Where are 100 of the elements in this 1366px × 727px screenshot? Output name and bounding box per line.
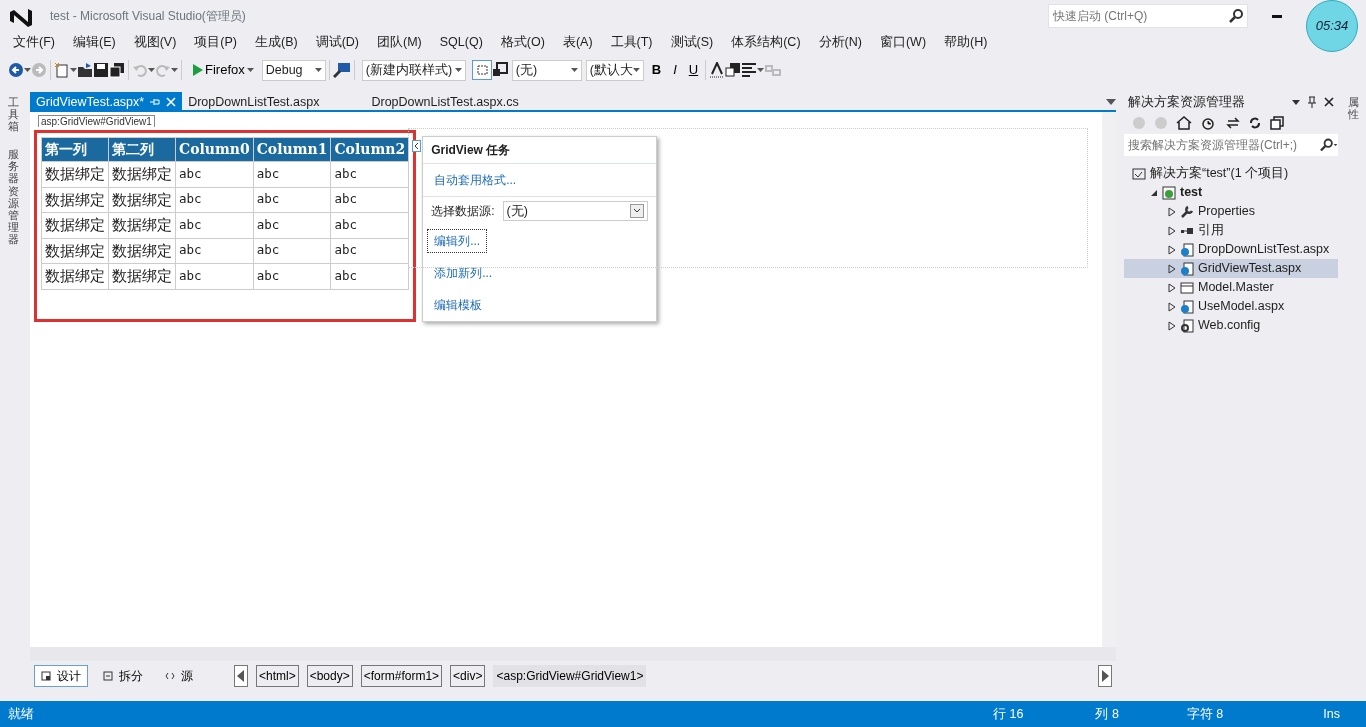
tree-item[interactable]: UseModel.aspx [1124, 297, 1338, 316]
tree-item[interactable]: Model.Master [1124, 278, 1338, 297]
table-cell: abc [330, 161, 409, 187]
collapsed-icon[interactable] [1168, 206, 1176, 217]
menu-item[interactable]: 团队(M) [368, 32, 431, 52]
menu-item[interactable]: 格式(O) [491, 32, 554, 52]
document-tab[interactable]: DropDownListTest.aspx [182, 92, 326, 112]
collapsed-icon[interactable] [1168, 282, 1176, 293]
caret-icon[interactable] [148, 68, 155, 72]
background-color-icon[interactable] [725, 62, 742, 78]
open-icon[interactable] [77, 62, 93, 78]
view-icon [103, 671, 113, 681]
new-item-icon[interactable] [54, 62, 70, 78]
collapsed-icon[interactable] [1168, 301, 1176, 312]
status-mode: Ins [1323, 706, 1340, 724]
tab-list-icon[interactable] [1106, 99, 1116, 105]
home-icon[interactable] [1176, 116, 1192, 130]
side-panel-tab[interactable]: 服务器资源管理器 [7, 148, 19, 246]
task-link[interactable]: 自动套用格式... [427, 168, 524, 192]
menu-item[interactable]: 窗口(W) [870, 32, 936, 52]
menu-item[interactable]: 项目(P) [185, 32, 246, 52]
view-mode-button[interactable]: 源 [158, 665, 200, 687]
caret-icon [632, 68, 640, 72]
task-link[interactable]: 添加新列... [427, 261, 500, 285]
menu-item[interactable]: 生成(B) [246, 32, 307, 52]
browse-icon[interactable] [332, 62, 351, 78]
tree-item[interactable]: test [1124, 183, 1338, 202]
menu-item[interactable]: 工具(T) [601, 32, 662, 52]
task-link[interactable]: 编辑模板 [427, 293, 490, 317]
caret-icon[interactable] [70, 68, 77, 72]
tree-item[interactable]: Properties [1124, 202, 1338, 221]
refresh-icon[interactable] [1248, 116, 1262, 130]
menu-item[interactable]: 编辑(E) [63, 32, 125, 52]
close-icon[interactable] [1324, 97, 1334, 107]
collapsed-icon[interactable] [1168, 225, 1176, 236]
data-source-dropdown[interactable]: (无) [502, 201, 649, 221]
caret-icon[interactable] [171, 68, 178, 72]
run-button[interactable]: Firefox [189, 59, 258, 81]
view-mode-button[interactable]: 拆分 [96, 665, 150, 687]
document-tab[interactable]: DropDownListTest.aspx.cs [365, 92, 525, 112]
back-icon[interactable] [8, 62, 24, 78]
task-panel-title: GridView 任务 [423, 137, 657, 164]
sync-icon[interactable] [1226, 116, 1240, 130]
menu-item[interactable]: 视图(V) [124, 32, 186, 52]
breadcrumb-tag[interactable]: <div> [450, 665, 486, 687]
caret-icon[interactable] [24, 68, 31, 72]
caret-icon[interactable] [757, 68, 765, 72]
side-panel-tab[interactable]: 工具箱 [7, 96, 19, 133]
tree-item[interactable]: DropDownListTest.aspx [1124, 240, 1338, 259]
side-panel-tab[interactable]: 属性 [1347, 96, 1359, 121]
collapsed-icon[interactable] [1168, 320, 1176, 331]
breadcrumb-tag[interactable]: <html> [256, 665, 299, 687]
breadcrumb-tag[interactable]: <asp:GridView#GridView1> [493, 665, 647, 687]
window-title: test - Microsoft Visual Studio(管理员) [50, 8, 246, 25]
table-cell: 数据绑定 [108, 238, 176, 264]
collapsed-icon[interactable] [1168, 244, 1176, 255]
tree-item[interactable]: Web.config [1124, 316, 1338, 335]
menu-item[interactable]: SQL(Q) [430, 32, 492, 52]
pin-icon[interactable] [1308, 96, 1316, 108]
master-page-icon [1180, 280, 1194, 295]
menu-item[interactable]: 分析(N) [809, 32, 871, 52]
style-dropdown[interactable]: (新建内联样式) [361, 59, 466, 81]
solution-icon [1132, 166, 1146, 181]
view-mode-button[interactable]: 设计 [34, 665, 88, 687]
save-icon[interactable] [93, 62, 109, 78]
expanded-icon[interactable] [1150, 188, 1158, 197]
save-all-icon[interactable] [109, 62, 125, 78]
font-color-icon[interactable] [709, 62, 726, 78]
align-icon[interactable] [741, 62, 758, 78]
minimize-icon[interactable] [1272, 14, 1282, 18]
vertical-scrollbar[interactable] [1102, 112, 1116, 647]
caret-icon [570, 68, 578, 72]
breadcrumb-tag[interactable]: <body> [306, 665, 353, 687]
configuration-dropdown[interactable]: Debug [261, 59, 326, 81]
collapse-all-icon[interactable] [1270, 116, 1284, 130]
font-size-dropdown[interactable]: (默认大 [585, 59, 644, 81]
caret-icon [454, 68, 462, 72]
breadcrumb-tag[interactable]: <form#form1> [360, 665, 443, 687]
tree-item[interactable]: 解决方案“test”(1 个项目) [1124, 164, 1338, 183]
quick-launch-field[interactable]: 快速启动 (Ctrl+Q) [1053, 7, 1223, 25]
quick-launch-box[interactable]: 快速启动 (Ctrl+Q) [1048, 4, 1248, 28]
tree-item[interactable]: GridViewTest.aspx [1124, 259, 1338, 278]
format-button[interactable]: U [684, 59, 703, 81]
resize-icon[interactable] [491, 62, 508, 78]
menu-item[interactable]: 体系结构(C) [722, 32, 810, 52]
scroll-right-icon[interactable] [1098, 665, 1112, 687]
menu-item[interactable]: 帮助(H) [935, 32, 997, 52]
menu-item[interactable]: 表(A) [553, 32, 602, 52]
format-button[interactable]: B [647, 59, 666, 81]
menu-item[interactable]: 调试(D) [306, 32, 368, 52]
scroll-left-icon[interactable] [234, 665, 248, 687]
dropdown-icon[interactable] [1292, 99, 1300, 105]
smart-tag-icon[interactable] [412, 140, 422, 152]
menu-item[interactable]: 文件(F) [4, 32, 64, 52]
target-rule-dropdown[interactable]: (无) [511, 59, 582, 81]
tree-item[interactable]: 引用 [1124, 221, 1338, 240]
task-link[interactable]: 编辑列... [427, 229, 488, 253]
collapsed-icon[interactable] [1168, 263, 1176, 274]
menu-item[interactable]: 测试(S) [661, 32, 723, 52]
format-button[interactable]: I [669, 59, 681, 81]
